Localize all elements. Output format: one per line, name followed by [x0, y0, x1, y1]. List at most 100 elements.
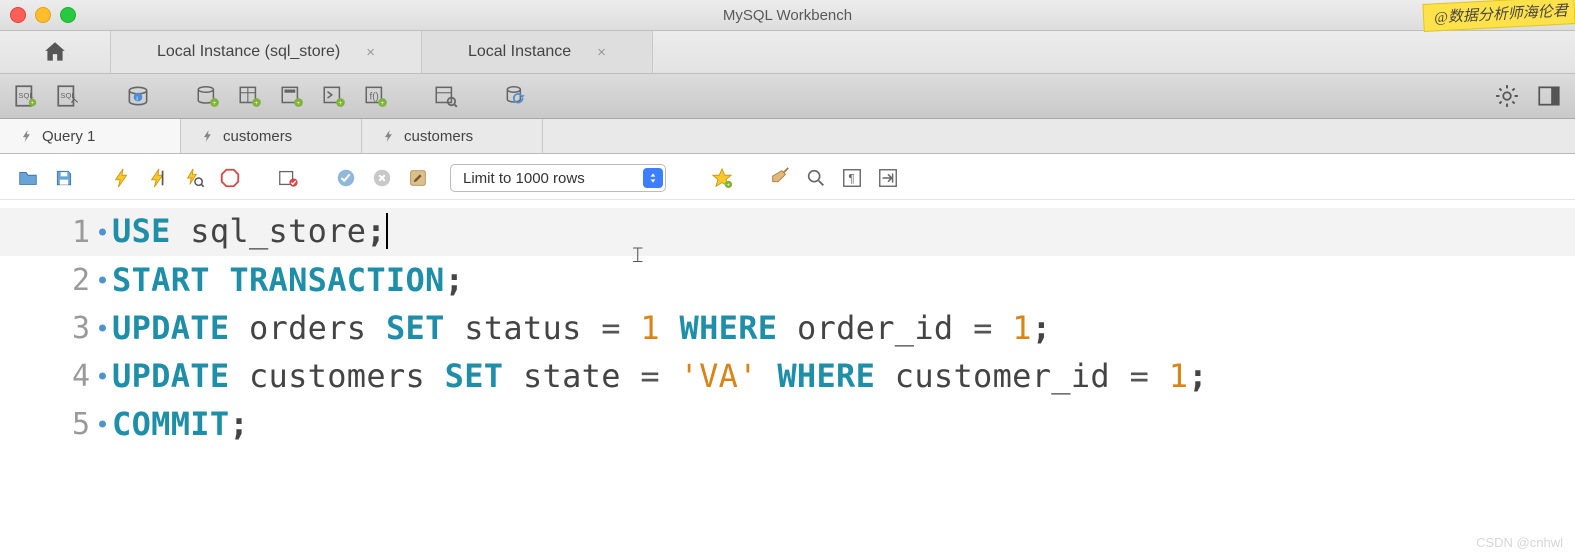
window-title: MySQL Workbench: [0, 7, 1575, 24]
code-content: UPDATE orders SET status = 1 WHERE order…: [112, 309, 1051, 347]
func-plus-icon: f()+: [363, 83, 389, 109]
rollback-icon: [371, 167, 393, 189]
minimize-window-button[interactable]: [35, 7, 51, 23]
close-icon[interactable]: ×: [366, 44, 375, 61]
editor-line[interactable]: 1USE sql_store;: [0, 208, 1575, 256]
new-function-button[interactable]: f()+: [360, 80, 392, 112]
query-tab[interactable]: Query 1: [0, 119, 181, 153]
bolt-icon: [111, 166, 133, 190]
query-tab[interactable]: customers: [181, 119, 362, 153]
open-sql-button[interactable]: SQL: [52, 80, 84, 112]
search-table-button[interactable]: [430, 80, 462, 112]
toggle-wrap-button[interactable]: [874, 164, 902, 192]
toggle-whitespace-button[interactable]: ¶: [838, 164, 866, 192]
sql-file-icon: SQL+: [13, 83, 39, 109]
find-button[interactable]: [802, 164, 830, 192]
arrow-tab-icon: [877, 167, 899, 189]
save-icon: [54, 168, 74, 188]
autocommit-icon: [276, 167, 300, 189]
text-caret: [386, 213, 388, 249]
star-plus-icon: +: [711, 167, 733, 189]
code-content: UPDATE customers SET state = 'VA' WHERE …: [112, 357, 1208, 395]
home-button[interactable]: [0, 31, 111, 73]
bolt-magnify-icon: [183, 167, 205, 189]
connection-tab-label: Local Instance (sql_store): [157, 43, 340, 61]
line-number: 2: [0, 263, 112, 298]
rollback-button[interactable]: [368, 164, 396, 192]
svg-text:+: +: [380, 100, 384, 107]
new-sql-tab-button[interactable]: SQL+: [10, 80, 42, 112]
svg-text:+: +: [726, 183, 729, 189]
new-procedure-button[interactable]: +: [318, 80, 350, 112]
svg-text:+: +: [296, 100, 300, 107]
connection-tab-bar: Local Instance (sql_store)×Local Instanc…: [0, 31, 1575, 74]
inspector-button[interactable]: i: [122, 80, 154, 112]
beautify-button[interactable]: [766, 164, 794, 192]
statement-marker-icon: [99, 277, 106, 284]
statement-marker-icon: [99, 421, 106, 428]
commit-icon: [335, 167, 357, 189]
table-search-icon: [433, 83, 459, 109]
stop-button[interactable]: [216, 164, 244, 192]
query-tab-label: customers: [223, 128, 292, 145]
broom-icon: [769, 167, 791, 189]
svg-text:¶: ¶: [848, 172, 854, 186]
folder-icon: [17, 167, 39, 189]
close-icon[interactable]: ×: [597, 44, 606, 61]
zoom-window-button[interactable]: [60, 7, 76, 23]
new-schema-button[interactable]: +: [192, 80, 224, 112]
add-favorite-button[interactable]: +: [708, 164, 736, 192]
new-table-button[interactable]: +: [234, 80, 266, 112]
bolt-icon: [201, 127, 215, 145]
info-db-icon: i: [125, 83, 151, 109]
panel-icon: [1536, 83, 1562, 109]
query-tab-bar: Query 1 customers customers: [0, 119, 1575, 154]
query-tab[interactable]: customers: [362, 119, 543, 153]
sql-open-icon: SQL: [55, 83, 81, 109]
row-limit-value: Limit to 1000 rows: [463, 170, 585, 187]
reconnect-button[interactable]: [500, 80, 532, 112]
stop-icon: [219, 167, 241, 189]
editor-line[interactable]: 4UPDATE customers SET state = 'VA' WHERE…: [0, 352, 1575, 400]
svg-text:SQL: SQL: [18, 91, 33, 100]
watermark-sticker: @数据分析师海伦君: [1423, 0, 1575, 32]
save-file-button[interactable]: [50, 164, 78, 192]
line-number: 4: [0, 359, 112, 394]
line-number: 5: [0, 407, 112, 442]
commit-button[interactable]: [332, 164, 360, 192]
connection-tab[interactable]: Local Instance×: [422, 31, 653, 73]
query-tab-label: Query 1: [42, 128, 95, 145]
connection-tab[interactable]: Local Instance (sql_store) ×: [111, 31, 422, 73]
execute-button[interactable]: [108, 164, 136, 192]
execute-current-button[interactable]: [144, 164, 172, 192]
editor-line[interactable]: 3UPDATE orders SET status = 1 WHERE orde…: [0, 304, 1575, 352]
statement-marker-icon: [99, 229, 106, 236]
new-view-button[interactable]: +: [276, 80, 308, 112]
explain-button[interactable]: [180, 164, 208, 192]
editor-toolbar: Limit to 1000 rows + ¶: [0, 154, 1575, 200]
line-number: 1: [0, 215, 112, 250]
gear-icon: [1494, 83, 1520, 109]
svg-text:+: +: [338, 100, 342, 107]
statement-marker-icon: [99, 373, 106, 380]
toggle-warnings-button[interactable]: [404, 164, 432, 192]
title-bar: MySQL Workbench @数据分析师海伦君: [0, 0, 1575, 31]
toggle-panel-button[interactable]: [1533, 80, 1565, 112]
bolt-icon: [382, 127, 396, 145]
query-tab-label: customers: [404, 128, 473, 145]
row-limit-dropdown[interactable]: Limit to 1000 rows: [450, 164, 666, 192]
code-content: COMMIT;: [112, 405, 249, 443]
table-plus-icon: +: [237, 83, 263, 109]
settings-button[interactable]: [1491, 80, 1523, 112]
pilcrow-icon: ¶: [841, 167, 863, 189]
toggle-autocommit-button[interactable]: [274, 164, 302, 192]
editor-line[interactable]: 2START TRANSACTION;: [0, 256, 1575, 304]
main-toolbar: SQL+ SQL i + + + + f()+: [0, 74, 1575, 119]
sql-editor[interactable]: 1USE sql_store;2START TRANSACTION;3UPDAT…: [0, 200, 1575, 488]
svg-text:i: i: [136, 95, 137, 102]
view-plus-icon: +: [279, 83, 305, 109]
editor-line[interactable]: 5COMMIT;: [0, 400, 1575, 448]
svg-text:+: +: [31, 101, 34, 107]
open-file-button[interactable]: [14, 164, 42, 192]
close-window-button[interactable]: [10, 7, 26, 23]
